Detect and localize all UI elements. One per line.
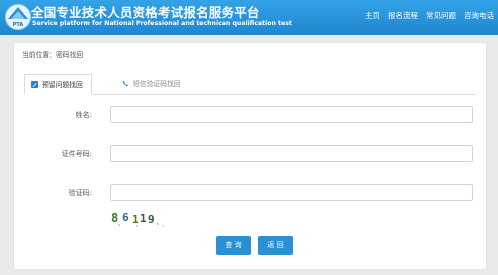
site-title: 全国专业技术人员资格考试报名服务平台 xyxy=(31,5,260,20)
name-label: 姓名: xyxy=(75,111,92,119)
captcha-digit: 8 xyxy=(111,211,118,225)
query-button[interactable]: 查 询 xyxy=(216,236,251,255)
header-bar: PTA 全国专业技术人员资格考试报名服务平台 Service platform … xyxy=(0,0,498,35)
pta-logo-icon: PTA xyxy=(5,4,31,30)
phone-icon xyxy=(122,80,128,87)
captcha-label: 验证码: xyxy=(68,189,92,197)
tab-security-question[interactable]: 预留问题找回 xyxy=(24,74,92,95)
id-number-input[interactable] xyxy=(110,145,473,162)
tab-security-question-label: 预留问题找回 xyxy=(42,81,83,89)
main-panel: 当前位置：密码找回 预留问题找回 短信验证码找回 姓名: 证件号码: 验证码: … xyxy=(13,42,487,270)
nav-contact[interactable]: 咨询电话 xyxy=(464,10,494,21)
nav-faq[interactable]: 常见问题 xyxy=(426,10,456,21)
captcha-digit: 6 xyxy=(122,211,129,224)
breadcrumb: 当前位置：密码找回 xyxy=(22,51,84,59)
back-button[interactable]: 返 回 xyxy=(258,236,293,255)
tab-bar: 预留问题找回 短信验证码找回 xyxy=(24,74,476,95)
nav-process[interactable]: 报名流程 xyxy=(388,10,418,21)
name-input[interactable] xyxy=(110,106,473,123)
captcha-image[interactable]: 8 6 1 1 9 xyxy=(111,209,169,227)
tab-sms-code[interactable]: 短信验证码找回 xyxy=(116,74,181,94)
site-subtitle: Service platform for National Profession… xyxy=(32,20,292,27)
captcha-digit: 1 xyxy=(140,212,147,225)
captcha-input[interactable] xyxy=(110,184,473,201)
captcha-digit: 9 xyxy=(148,213,155,226)
svg-text:PTA: PTA xyxy=(13,22,24,28)
top-nav: 主页 报名流程 常见问题 咨询电话 xyxy=(365,10,494,21)
edit-icon xyxy=(31,81,38,88)
id-number-label: 证件号码: xyxy=(61,150,92,158)
tab-sms-code-label: 短信验证码找回 xyxy=(133,80,181,88)
nav-home[interactable]: 主页 xyxy=(365,10,380,21)
captcha-digit: 1 xyxy=(132,213,139,226)
